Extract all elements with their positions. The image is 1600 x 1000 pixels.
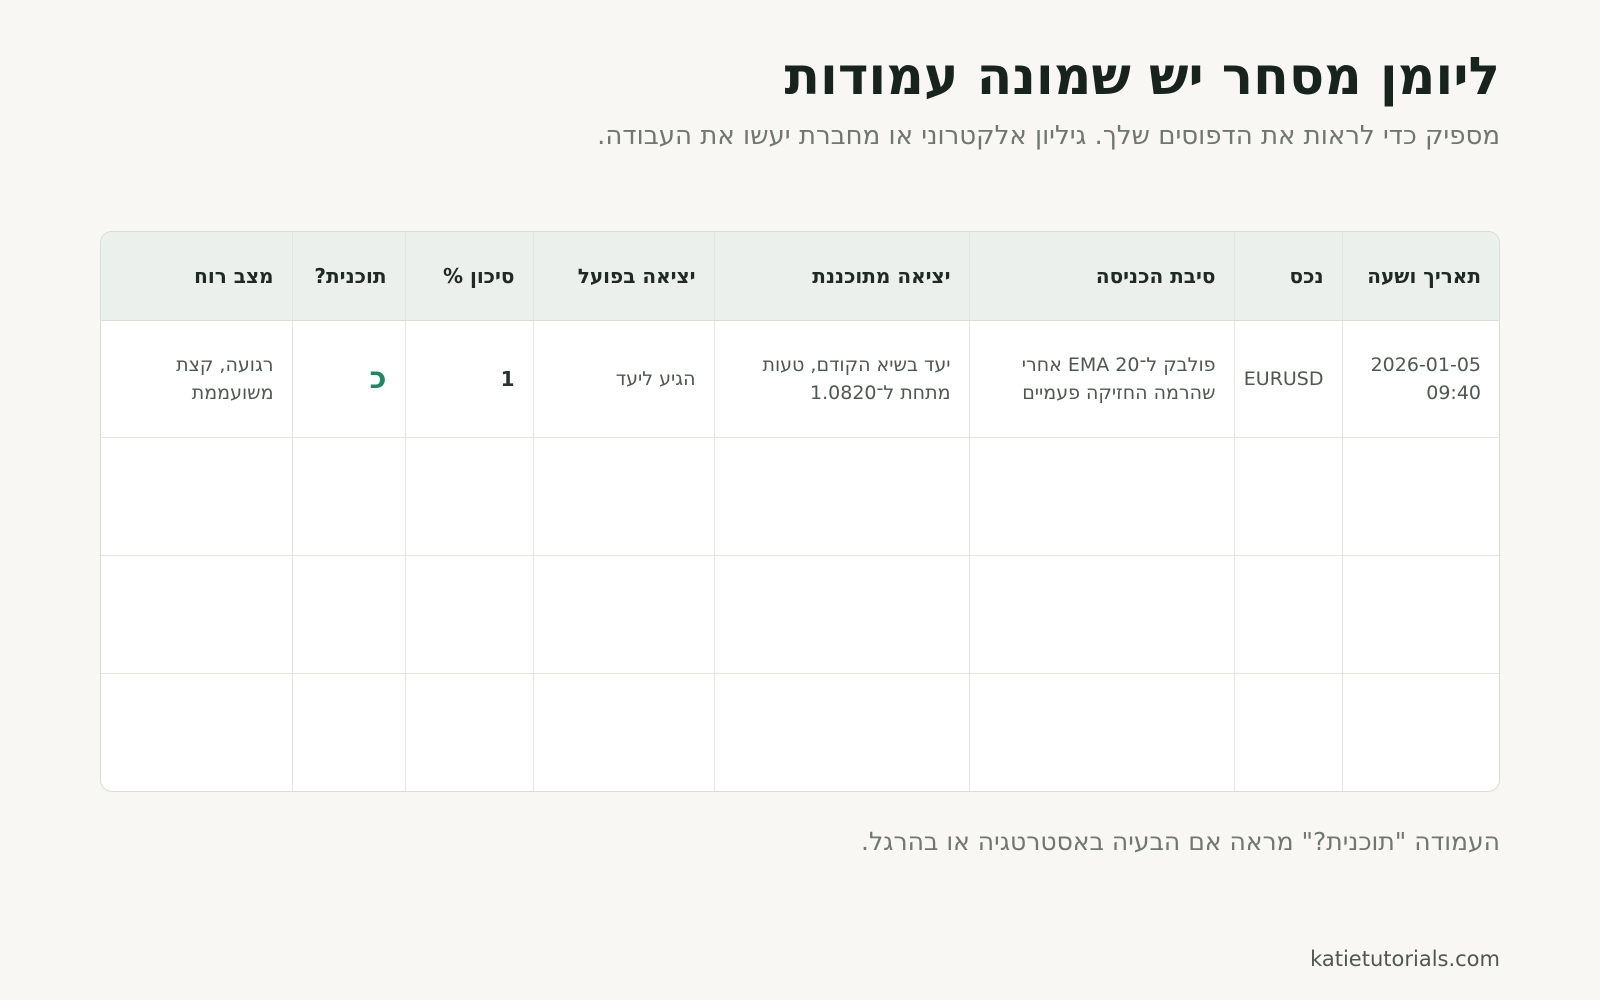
cell-actual-exit [532,437,714,556]
cell-asset [1233,673,1342,791]
cell-plan: כ [291,320,405,439]
column-header-asset: נכס [1233,232,1342,321]
cell-asset: EURUSD [1233,320,1342,439]
column-header-actual-exit: יציאה בפועל [532,232,714,321]
cell-risk [404,437,533,556]
column-header-datetime: תאריך ושעה [1341,232,1499,321]
cell-planned-exit [713,673,969,791]
plan-column-note: העמודה "תוכנית?" מראה אם הבעיה באסטרטגיה… [861,827,1500,856]
page-subtitle: מספיק כדי לראות את הדפוסים שלך. גיליון א… [597,121,1500,151]
cell-entry-reason [968,673,1234,791]
table-row: 2026-01-05 09:40 EURUSD פולבק ל־EMA 20 א… [101,320,1499,439]
cell-planned-exit: יעד בשיא הקודם, טעות מתחת ל־1.0820 [713,320,969,439]
cell-actual-exit [532,673,714,791]
column-header-entry-reason: סיבת הכניסה [968,232,1234,321]
cell-mood: רגועה, קצת משועממת [101,320,292,439]
cell-risk: 1 [404,320,533,439]
table-row [101,437,1499,556]
cell-planned-exit [713,555,969,674]
cell-entry-reason: פולבק ל־EMA 20 אחרי שהרמה החזיקה פעמיים [968,320,1234,439]
cell-datetime [1341,555,1499,674]
trading-journal-table: תאריך ושעה נכס סיבת הכניסה יציאה מתוכננת… [101,232,1499,791]
column-header-planned-exit: יציאה מתוכננת [713,232,969,321]
cell-risk [404,555,533,674]
cell-plan [291,555,405,674]
cell-datetime [1341,673,1499,791]
site-credit: katietutorials.com [1310,947,1500,971]
cell-actual-exit: הגיע ליעד [532,320,714,439]
cell-actual-exit [532,555,714,674]
cell-asset [1233,437,1342,556]
journal-table-container: תאריך ושעה נכס סיבת הכניסה יציאה מתוכננת… [100,231,1500,792]
column-header-mood: מצב רוח [101,232,292,321]
cell-entry-reason [968,437,1234,556]
cell-mood [101,555,292,674]
page-title: ליומן מסחר יש שמונה עמודות [784,47,1500,107]
cell-datetime: 2026-01-05 09:40 [1341,320,1499,439]
cell-mood [101,437,292,556]
page: ליומן מסחר יש שמונה עמודות מספיק כדי לרא… [100,0,1500,1000]
cell-mood [101,673,292,791]
column-header-plan: תוכנית? [291,232,405,321]
cell-entry-reason [968,555,1234,674]
cell-planned-exit [713,437,969,556]
table-row [101,555,1499,674]
cell-plan [291,437,405,556]
table-row [101,673,1499,791]
cell-asset [1233,555,1342,674]
cell-risk [404,673,533,791]
cell-datetime [1341,437,1499,556]
cell-plan [291,673,405,791]
column-header-risk: סיכון % [404,232,533,321]
table-header-row: תאריך ושעה נכס סיבת הכניסה יציאה מתוכננת… [101,232,1499,321]
